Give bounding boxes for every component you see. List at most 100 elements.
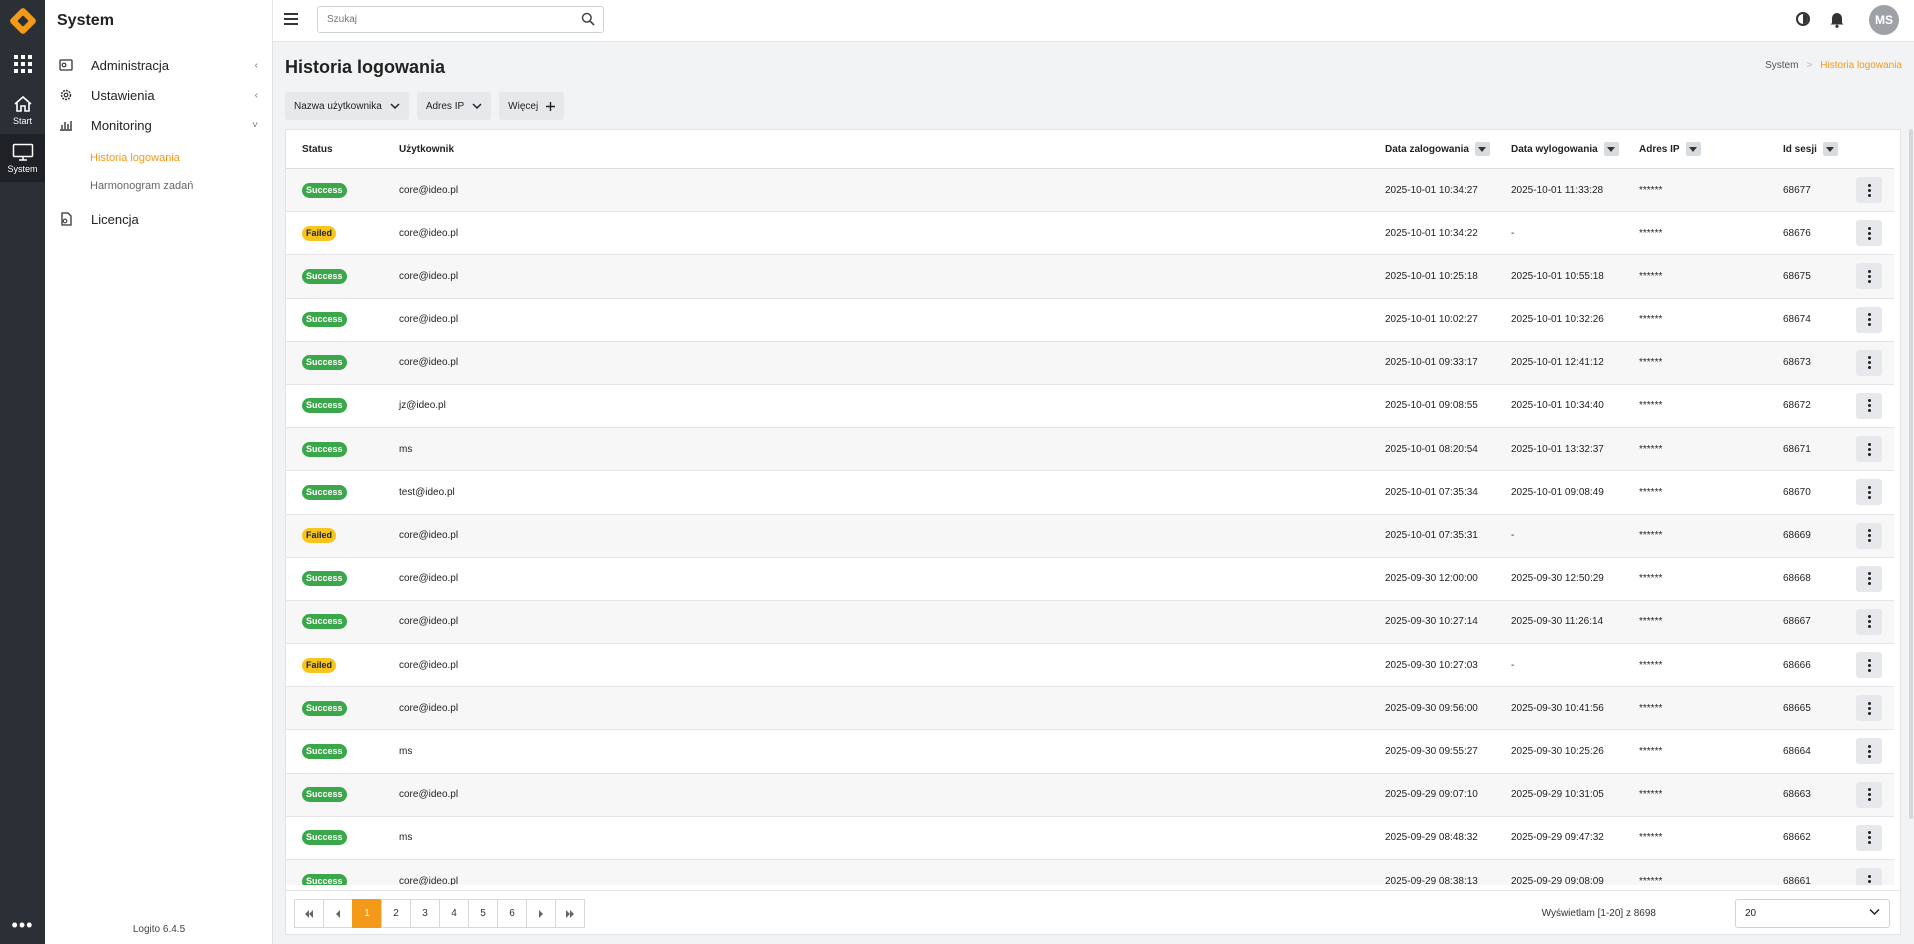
row-actions-button[interactable] [1856, 479, 1882, 506]
breadcrumb-item-system[interactable]: System [1765, 60, 1798, 71]
column-menu-icon[interactable] [1603, 142, 1619, 156]
page-button[interactable]: 6 [497, 899, 527, 928]
status-badge: Success [302, 441, 347, 457]
login-date-cell: 2025-10-01 10:34:22 [1385, 227, 1478, 239]
row-actions-button[interactable] [1856, 565, 1882, 592]
row-actions-button[interactable] [1856, 738, 1882, 765]
rail-item-system[interactable]: System [0, 134, 45, 182]
logo[interactable] [0, 0, 45, 42]
login-date-cell: 2025-09-30 09:56:00 [1385, 702, 1478, 714]
status-cell: Success [302, 385, 347, 427]
page-button[interactable]: 5 [468, 899, 498, 928]
table-row[interactable]: Success core@ideo.pl 2025-10-01 10:25:18 20… [286, 255, 1894, 299]
table-row[interactable]: Success core@ideo.pl 2025-10-01 10:02:27 20… [286, 299, 1894, 342]
ip-address-cell: ****** [1639, 184, 1663, 196]
avatar[interactable]: MS [1869, 5, 1899, 35]
logout-date-cell: 2025-09-29 09:47:32 [1511, 832, 1604, 844]
menu-toggle-icon[interactable] [284, 13, 298, 25]
table-row[interactable]: Failed core@ideo.pl 2025-10-01 10:34:22 - **… [286, 212, 1894, 256]
table-row[interactable]: Success jz@ideo.pl 2025-10-01 09:08:55 2025… [286, 385, 1894, 429]
sidebar-subitem-harmonogram-zadan[interactable]: Harmonogram zadań [45, 172, 272, 200]
session-id-cell: 68673 [1783, 357, 1811, 369]
last-page-button[interactable] [555, 899, 585, 928]
login-history-table: Status Użytkownik Data zalogowania Data … [285, 129, 1901, 935]
table-row[interactable]: Success ms 2025-09-29 08:48:32 2025-09-29 0… [286, 817, 1894, 860]
status-cell: Success [302, 169, 347, 211]
apps-grid-icon[interactable] [0, 42, 45, 86]
row-actions-button[interactable] [1856, 349, 1882, 376]
sidebar-item-monitoring[interactable]: Monitoring ˅ [45, 110, 272, 140]
user-cell: ms [399, 745, 413, 757]
search-icon[interactable] [581, 12, 595, 31]
column-menu-icon[interactable] [1474, 142, 1490, 156]
more-icon[interactable]: ••• [0, 916, 45, 934]
table-row[interactable]: Success ms 2025-09-30 09:55:27 2025-09-30 1… [286, 730, 1894, 774]
table-row[interactable]: Success core@ideo.pl 2025-09-30 12:00:00 20… [286, 558, 1894, 601]
table-row[interactable]: Success core@ideo.pl 2025-09-30 09:56:00 20… [286, 687, 1894, 731]
status-cell: Success [302, 428, 347, 470]
row-actions-button[interactable] [1856, 263, 1882, 290]
status-badge: Success [302, 700, 347, 716]
row-actions-button[interactable] [1856, 868, 1882, 885]
ip-address-cell: ****** [1639, 530, 1663, 541]
row-actions-button[interactable] [1856, 392, 1882, 419]
home-icon [13, 95, 32, 112]
table-row[interactable]: Success ms 2025-10-01 08:20:54 2025-10-01 1… [286, 428, 1894, 472]
first-page-button[interactable] [294, 899, 324, 928]
chevron-left-icon [336, 909, 340, 918]
column-label: Adres IP [1639, 143, 1680, 155]
page-button[interactable]: 3 [410, 899, 440, 928]
column-user: Użytkownik [399, 144, 454, 155]
row-actions-button[interactable] [1856, 695, 1882, 722]
page-size-select[interactable]: 20 [1735, 899, 1890, 928]
bell-icon[interactable] [1829, 11, 1845, 33]
page-button[interactable]: 4 [439, 899, 469, 928]
table-row[interactable]: Success test@ideo.pl 2025-10-01 07:35:34 20… [286, 471, 1894, 515]
filter-more[interactable]: Więcej [499, 92, 565, 120]
filter-username[interactable]: Nazwa użytkownika [285, 92, 409, 120]
filter-ip-address[interactable]: Adres IP [416, 92, 492, 120]
ip-address-cell: ****** [1639, 270, 1663, 282]
user-cell: core@ideo.pl [399, 184, 459, 196]
table-row[interactable]: Success core@ideo.pl 2025-09-29 09:07:10 20… [286, 773, 1894, 817]
sidebar-subitem-historia-logowania[interactable]: Historia logowania [45, 144, 272, 172]
sidebar-item-administracja[interactable]: Administracja ‹ [45, 50, 272, 80]
theme-toggle-icon[interactable] [1796, 12, 1810, 26]
sidebar-item-licencja[interactable]: Licencja [45, 204, 272, 234]
row-actions-button[interactable] [1856, 177, 1882, 203]
chevron-right-icon [539, 909, 543, 918]
row-actions-button[interactable] [1856, 781, 1882, 808]
next-page-button[interactable] [526, 899, 556, 928]
row-actions-button[interactable] [1856, 436, 1882, 463]
column-menu-icon[interactable] [1822, 142, 1838, 156]
rail-item-start[interactable]: Start [0, 86, 45, 134]
table-row[interactable]: Success core@ideo.pl 2025-10-01 10:34:27 20… [286, 169, 1894, 213]
table-row[interactable]: Failed core@ideo.pl 2025-09-30 10:27:03 - **… [286, 644, 1894, 688]
table-row[interactable]: Success core@ideo.pl 2025-09-29 08:38:13 20… [286, 860, 1894, 885]
ip-address-cell: ****** [1639, 400, 1663, 412]
table-row[interactable]: Success core@ideo.pl 2025-09-30 10:27:14 20… [286, 600, 1894, 645]
page-button[interactable]: 2 [381, 899, 411, 928]
row-actions-button[interactable] [1856, 220, 1882, 247]
session-id-cell: 68671 [1783, 443, 1811, 455]
row-actions-button[interactable] [1856, 824, 1882, 851]
gear-icon [59, 88, 73, 102]
search-input[interactable] [318, 7, 568, 32]
row-actions-button[interactable] [1856, 306, 1882, 333]
filter-label: Nazwa użytkownika [294, 100, 382, 112]
prev-page-button[interactable] [323, 899, 353, 928]
page-button[interactable]: 1 [352, 899, 382, 928]
row-actions-button[interactable] [1856, 608, 1882, 635]
sidebar-item-label: Ustawienia [91, 87, 155, 103]
table-row[interactable]: Success core@ideo.pl 2025-10-01 09:33:17 20… [286, 341, 1894, 385]
ip-address-cell: ****** [1639, 832, 1663, 844]
breadcrumb: System > Historia logowania [1765, 60, 1902, 71]
sidebar-item-ustawienia[interactable]: Ustawienia ‹ [45, 80, 272, 110]
status-badge: Success [302, 398, 347, 414]
chevron-down-icon: ˅ [252, 119, 258, 131]
row-actions-button[interactable] [1856, 522, 1882, 549]
column-menu-icon[interactable] [1685, 142, 1701, 156]
row-actions-button[interactable] [1856, 652, 1882, 679]
table-row[interactable]: Failed core@ideo.pl 2025-10-01 07:35:31 - **… [286, 514, 1894, 558]
scrollbar[interactable] [1909, 129, 1913, 819]
